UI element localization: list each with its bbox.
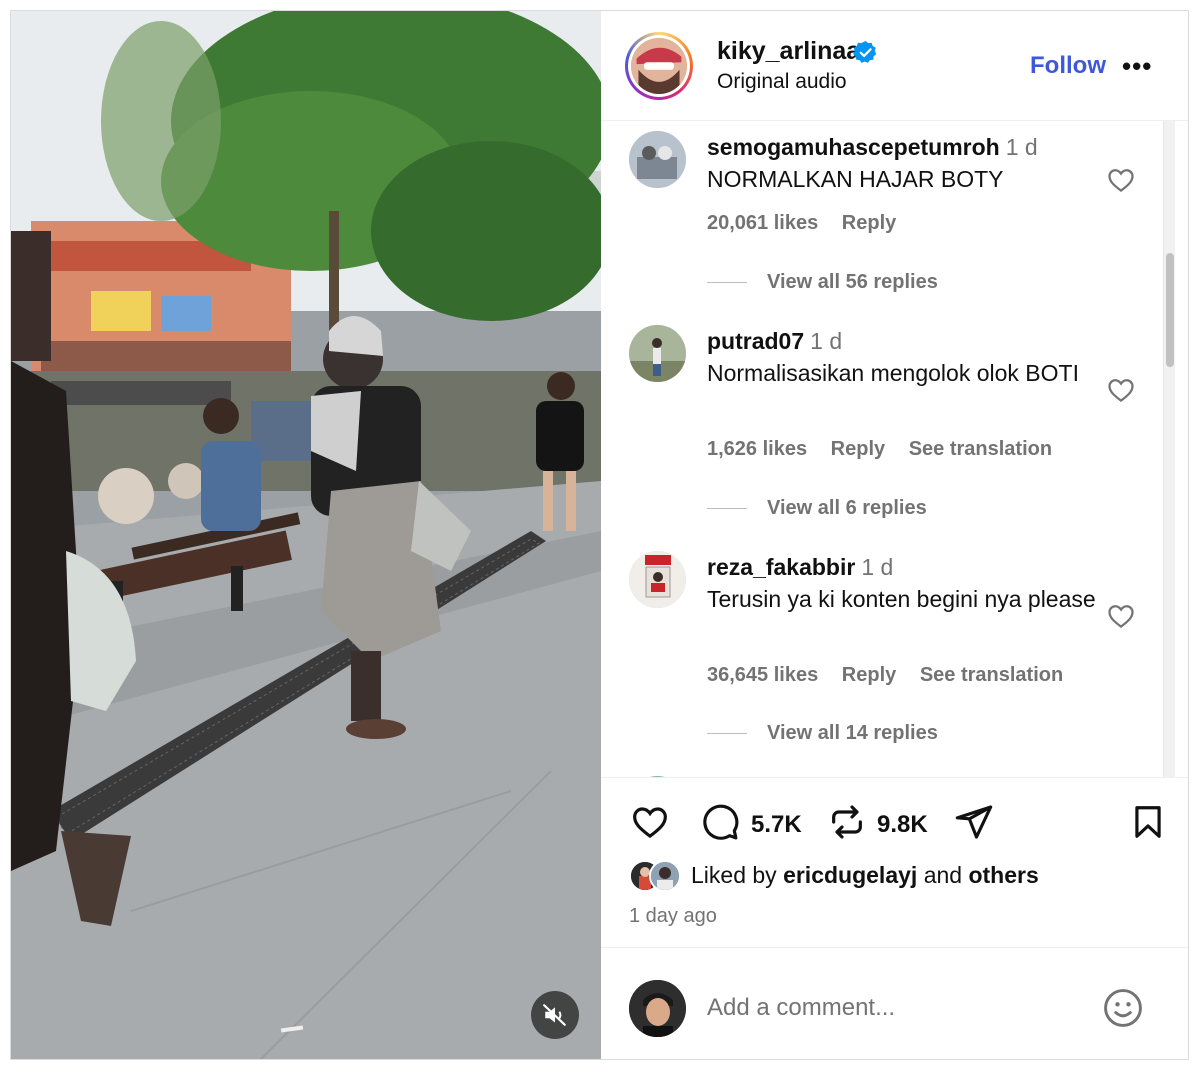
follow-button[interactable]: Follow <box>1030 52 1106 80</box>
add-comment-input[interactable] <box>707 988 1087 1028</box>
comment-likes[interactable]: 36,645 likes <box>707 664 818 686</box>
liked-by-text: Liked by ericdugelayj and others <box>691 862 1039 889</box>
share-icon[interactable] <box>953 802 995 842</box>
post-side-panel: kiky_arlinaa Original audio Follow ••• s… <box>601 11 1188 1059</box>
reply-button[interactable]: Reply <box>842 212 896 234</box>
view-replies-label[interactable]: View all 56 replies <box>767 271 938 293</box>
video-frame <box>11 11 601 1059</box>
comment-username[interactable]: reza_fakabbir 1 d <box>707 554 893 581</box>
owner-username[interactable]: kiky_arlinaa <box>717 37 860 66</box>
bookmark-icon[interactable] <box>1129 802 1167 842</box>
scrollbar-thumb[interactable] <box>1166 253 1174 367</box>
video-panel[interactable] <box>11 11 601 1059</box>
current-user-avatar <box>629 980 686 1037</box>
comments-list[interactable]: semogamuhascepetumroh 1 d NORMALKAN HAJAR… <box>601 121 1188 777</box>
commenter-avatar[interactable] <box>629 551 686 608</box>
owner-avatar[interactable] <box>625 32 693 100</box>
view-replies-label[interactable]: View all 6 replies <box>767 497 927 519</box>
see-translation-button[interactable]: See translation <box>909 438 1052 460</box>
comment-username-text[interactable]: reza_fakabbir <box>707 554 855 580</box>
heart-icon[interactable] <box>1106 165 1136 195</box>
comment-meta: 20,061 likes Reply <box>707 212 914 235</box>
post-dialog: kiky_arlinaa Original audio Follow ••• s… <box>10 10 1189 1060</box>
comment-count[interactable]: 5.7K <box>751 811 802 839</box>
mute-toggle-button[interactable] <box>531 991 579 1039</box>
liked-by-others[interactable]: others <box>968 862 1038 888</box>
comment-username-text[interactable]: semogamuhascepetumroh <box>707 134 1000 160</box>
reply-button[interactable]: Reply <box>831 438 885 460</box>
comment-username[interactable]: putrad07 1 d <box>707 328 842 355</box>
comment-time: 1 d <box>810 328 843 354</box>
verified-badge-icon <box>853 41 877 63</box>
more-options-button[interactable]: ••• <box>1122 51 1152 82</box>
original-audio-link[interactable]: Original audio <box>717 70 847 94</box>
comments-scrollbar[interactable] <box>1163 121 1175 777</box>
liker-avatar[interactable] <box>649 860 681 892</box>
add-comment-bar <box>601 947 1188 1059</box>
reply-button[interactable]: Reply <box>842 664 896 686</box>
commenter-avatar[interactable] <box>629 131 686 188</box>
comment-icon[interactable] <box>699 802 741 842</box>
liked-by-prefix: Liked by <box>691 862 777 888</box>
comment-text: Normalisasikan mengolok olok BOTI <box>707 360 1079 386</box>
post-timestamp[interactable]: 1 day ago <box>629 905 717 928</box>
post-actions-bar: 5.7K 9.8K Liked by ericdugelayj and othe… <box>601 777 1188 947</box>
liked-by-connector: and <box>923 862 963 888</box>
repost-count[interactable]: 9.8K <box>877 811 928 839</box>
replies-divider <box>707 282 747 284</box>
comment-username[interactable]: semogamuhascepetumroh 1 d <box>707 134 1038 161</box>
speaker-muted-icon <box>543 1004 566 1026</box>
comment-text: Terusin ya ki konten begini nya please <box>707 586 1096 612</box>
comment-likes[interactable]: 20,061 likes <box>707 212 818 234</box>
heart-icon[interactable] <box>629 802 671 842</box>
comment-text: NORMALKAN HAJAR BOTY <box>707 166 1004 192</box>
repost-icon[interactable] <box>827 802 867 842</box>
comment-meta: 1,626 likes Reply See translation <box>707 438 1070 461</box>
see-translation-button[interactable]: See translation <box>920 664 1063 686</box>
emoji-icon[interactable] <box>1101 986 1145 1030</box>
view-replies-button[interactable]: View all 6 replies <box>707 497 927 520</box>
heart-icon[interactable] <box>1106 601 1136 631</box>
view-replies-label[interactable]: View all 14 replies <box>767 722 938 744</box>
commenter-avatar[interactable] <box>629 325 686 382</box>
view-replies-button[interactable]: View all 56 replies <box>707 271 938 294</box>
comment-time: 1 d <box>861 554 894 580</box>
comment-time: 1 d <box>1005 134 1038 160</box>
replies-divider <box>707 508 747 510</box>
heart-icon[interactable] <box>1106 375 1136 405</box>
replies-divider <box>707 733 747 735</box>
comment-likes[interactable]: 1,626 likes <box>707 438 807 460</box>
view-replies-button[interactable]: View all 14 replies <box>707 722 938 745</box>
comment-meta: 36,645 likes Reply See translation <box>707 664 1081 687</box>
liked-by-user[interactable]: ericdugelayj <box>783 862 917 888</box>
post-header: kiky_arlinaa Original audio Follow ••• <box>601 11 1188 121</box>
comment-username-text[interactable]: putrad07 <box>707 328 804 354</box>
